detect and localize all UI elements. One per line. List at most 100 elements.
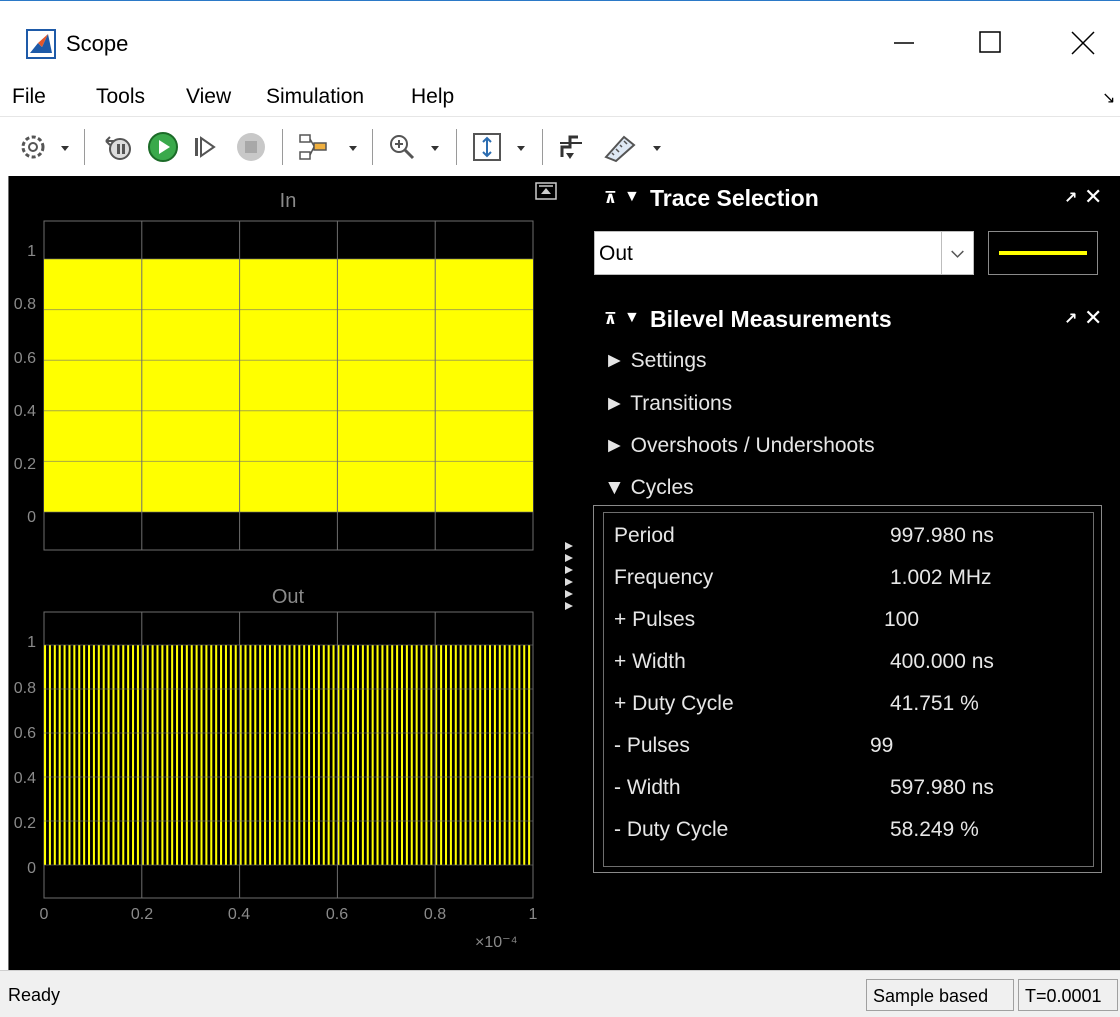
trace-select-dropdown[interactable]: Out (594, 231, 974, 275)
pulse-bar (161, 645, 164, 865)
pulse-bar (312, 645, 315, 865)
in-ytick-label: 0.8 (13, 296, 36, 313)
bilevel-measurements-header: ⊼ ▼ Bilevel Measurements ↗ ✕ (594, 300, 1112, 338)
trace-line-style-button[interactable] (988, 231, 1098, 275)
pulse-bar (132, 645, 135, 865)
collapse-caret-icon[interactable]: ▼ (624, 309, 640, 327)
pulse-bar (444, 645, 448, 865)
pulse-bar (73, 645, 76, 865)
pulse-bar (381, 645, 384, 865)
pulse-bar (151, 645, 154, 865)
pulse-bar (63, 645, 66, 865)
section-overshoots[interactable]: ► Overshoots / Undershoots (604, 434, 875, 458)
pulse-bar (215, 645, 218, 865)
plot-in-axes (43, 220, 534, 551)
pulse-bar (361, 645, 364, 865)
pulse-bar (127, 645, 130, 865)
collapse-caret-icon[interactable]: ▼ (624, 188, 640, 206)
xtick-label: 0.4 (227, 906, 251, 923)
pulse-bar (278, 645, 281, 865)
pulse-bar (136, 645, 139, 865)
pulse-bar (493, 645, 496, 865)
in-ytick-label: 0.2 (13, 456, 36, 473)
pulse-bar (303, 645, 306, 865)
measurement-label: + Width (614, 650, 686, 673)
pulse-bar (171, 645, 174, 865)
pulse-bar (44, 645, 47, 865)
measurement-label: - Width (614, 776, 681, 799)
close-panel-icon[interactable]: ✕ (1084, 184, 1102, 210)
section-cycles-label: Cycles (630, 476, 694, 499)
pulse-bar (322, 645, 325, 865)
pulse-bar (195, 645, 198, 865)
measurement-label: Period (614, 524, 675, 547)
pulse-bar (259, 645, 262, 865)
pulse-bar (264, 645, 267, 865)
pulse-bar (180, 645, 183, 865)
pulse-bar (415, 645, 418, 865)
section-settings[interactable]: ► Settings (604, 349, 707, 373)
section-settings-label: Settings (630, 349, 707, 372)
pulse-bar (396, 645, 399, 865)
plot-out-axes (43, 611, 534, 899)
xtick-label: 0 (39, 906, 49, 923)
trace-select-value: Out (599, 242, 633, 265)
pulse-bar (400, 645, 404, 865)
status-bar: Ready Sample based T=0.0001 (0, 970, 1120, 1017)
pulse-bar (68, 645, 71, 865)
collapse-panel-arrows-icon[interactable] (563, 538, 575, 618)
bilevel-measurements-title: Bilevel Measurements (650, 306, 892, 332)
pulse-bar (410, 645, 413, 865)
pulse-bar (210, 645, 213, 865)
pulse-bar (146, 645, 149, 865)
xtick-label: 1 (528, 906, 538, 923)
measurement-label: + Pulses (614, 608, 696, 631)
pulse-bar (454, 645, 457, 865)
pulse-bar (58, 645, 61, 865)
undock-panel-icon[interactable]: ↗ (1064, 188, 1077, 208)
pulse-bar (513, 645, 516, 865)
pulse-bar (425, 645, 428, 865)
pulse-bar (469, 645, 472, 865)
pulse-bar (254, 645, 257, 865)
section-transitions[interactable]: ► Transitions (604, 392, 732, 416)
measurement-value: 58.249 % (890, 818, 979, 841)
measurement-label: - Duty Cycle (614, 818, 729, 841)
pulse-bar (88, 645, 91, 865)
pulse-bar (83, 645, 86, 865)
pulse-bar (234, 645, 237, 865)
in-ytick-label: 0.4 (13, 403, 36, 420)
out-ytick-label: 0.4 (13, 770, 36, 787)
pin-icon[interactable]: ⊼ (604, 188, 617, 208)
section-overshoots-label: Overshoots / Undershoots (630, 434, 875, 457)
pulse-bar (479, 645, 482, 865)
pulse-bar (366, 645, 369, 865)
pulse-bar (249, 645, 252, 865)
measurement-label: + Duty Cycle (614, 692, 734, 715)
pin-icon[interactable]: ⊼ (604, 309, 617, 329)
measurement-label: - Pulses (614, 734, 690, 757)
pulse-bar (107, 645, 110, 865)
pulse-bar (288, 645, 291, 865)
pulse-bar (342, 645, 345, 865)
measurement-label: Frequency (614, 566, 714, 589)
pulse-bar (244, 645, 247, 865)
pulse-bar (224, 645, 227, 865)
chevron-down-icon[interactable] (941, 232, 974, 274)
pulse-bar (391, 645, 394, 865)
measurement-value: 597.980 ns (890, 776, 994, 799)
pulse-bar (53, 645, 56, 865)
pulse-bar (283, 645, 286, 865)
section-cycles[interactable]: ▼ Cycles (604, 476, 694, 500)
undock-panel-icon[interactable]: ↗ (1064, 309, 1077, 329)
close-panel-icon[interactable]: ✕ (1084, 305, 1102, 331)
xtick-label: 0.6 (325, 906, 349, 923)
pulse-bar (498, 645, 501, 865)
signal-band (44, 258, 533, 513)
pulse-bar (508, 645, 511, 865)
pulse-bar (332, 645, 335, 865)
plot-in-title: In (279, 190, 297, 212)
undock-plot-icon[interactable] (535, 182, 557, 200)
measurement-value: 400.000 ns (890, 650, 994, 673)
trace-line-swatch (999, 251, 1087, 255)
